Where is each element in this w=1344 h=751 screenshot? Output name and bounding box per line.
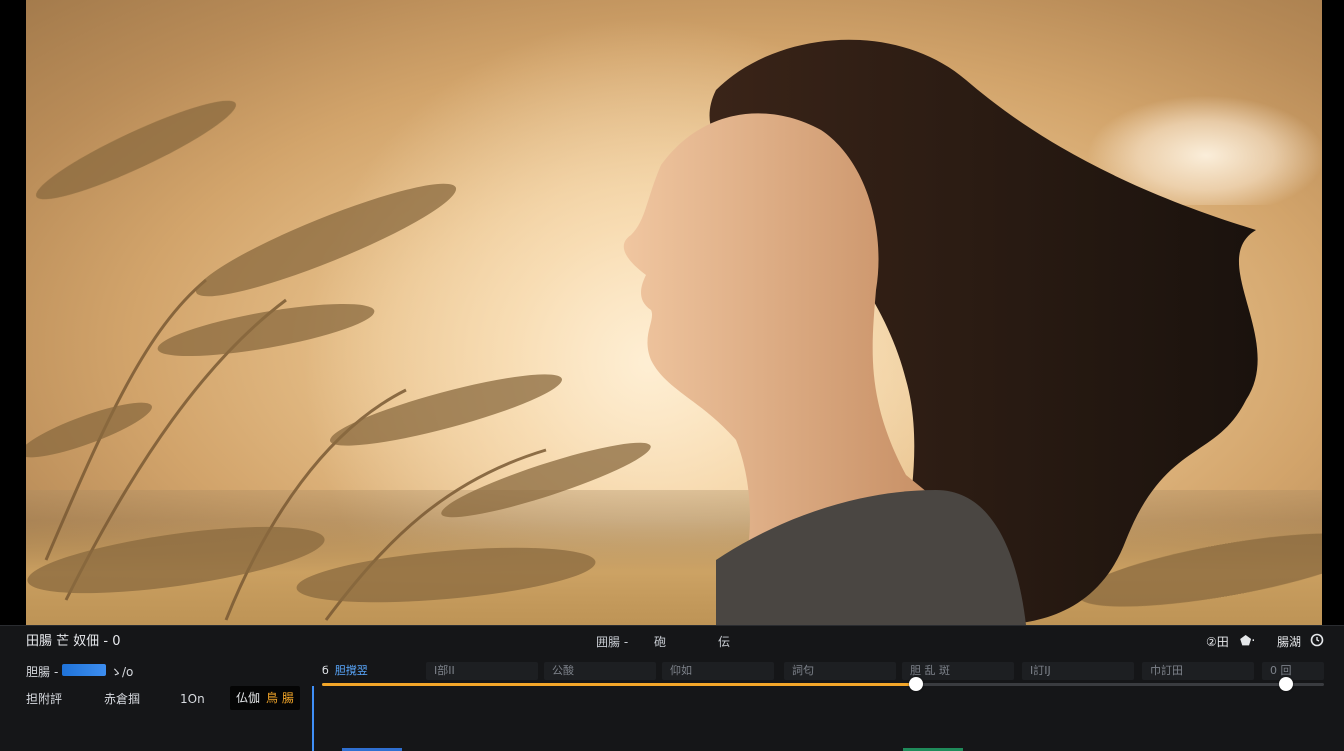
video-preview[interactable] — [0, 0, 1344, 625]
menu-item-1[interactable]: 囲腸 - — [596, 634, 628, 650]
ruler-tick: I訂IJ — [1022, 662, 1134, 680]
ruler-current-time: б 胆撹翌 — [322, 662, 368, 680]
control-button-1[interactable]: 担附評 — [26, 691, 62, 707]
project-title: 田腸 芒 奴佃 - 0 — [26, 634, 121, 649]
editor-toolbar: 田腸 芒 奴佃 - 0 囲腸 - 砲 伝 ②田 ⬟· 腸湖 — [0, 626, 1344, 658]
menu-item-3[interactable]: 伝 — [718, 634, 730, 650]
end-marker-handle[interactable] — [1278, 677, 1293, 691]
timeline-ruler[interactable]: б 胆撹翌 I部II 公酸 仰如 詞匂 胆 乱 斑 I訂IJ 巾訂田 0 回 — [322, 662, 1324, 680]
timeline-scrubber[interactable] — [322, 677, 1324, 691]
shape-tool-button[interactable]: ⬟· — [1240, 634, 1255, 650]
person-silhouette — [623, 39, 1258, 625]
progress-fill — [322, 683, 917, 686]
zoom-button[interactable]: ②田 — [1206, 634, 1229, 650]
active-control-label: 仏伽 — [236, 691, 261, 705]
ruler-tick: I部II — [426, 662, 538, 680]
track-label: 胆腸 - — [26, 663, 58, 680]
ruler-tick: 巾訂田 — [1142, 662, 1254, 680]
progress-handle[interactable] — [909, 677, 924, 691]
track-value-field[interactable] — [62, 664, 106, 676]
ruler-current-value: 胆撹翌 — [334, 664, 368, 677]
preview-frame — [26, 0, 1322, 625]
track-label-rest: - — [54, 665, 59, 679]
ruler-tick: 仰如 — [662, 662, 774, 680]
refresh-icon[interactable] — [1310, 633, 1324, 647]
control-button-2[interactable]: 赤倉掴 — [104, 691, 140, 707]
editor-panel: 田腸 芒 奴佃 - 0 囲腸 - 砲 伝 ②田 ⬟· 腸湖 胆腸 - ゝ/о б胆… — [0, 625, 1344, 751]
ruler-tick: 公酸 — [544, 662, 656, 680]
menu-item-2[interactable]: 砲 — [654, 634, 666, 650]
ruler-current-lead: б — [322, 664, 329, 677]
playhead[interactable] — [312, 686, 314, 751]
active-control-button[interactable]: 仏伽鳥 腸 — [230, 686, 300, 710]
track-value-tail: ゝ/о — [110, 665, 134, 679]
controls-row: 担附評 赤倉掴 1On 仏伽鳥 腸 — [0, 686, 320, 712]
grid-tool-button[interactable]: 腸湖 — [1277, 634, 1301, 650]
track-row: 胆腸 - ゝ/о б 胆撹翌 I部II 公酸 仰如 詞匂 胆 乱 斑 I訂IJ 巾訂… — [0, 660, 1344, 682]
active-control-accent: 鳥 腸 — [266, 691, 294, 705]
ruler-tick: 詞匂 — [784, 662, 896, 680]
track-label-lead: 胆腸 — [26, 665, 51, 679]
zoom-value[interactable]: 1On — [180, 691, 205, 707]
ruler-tick: 0 回 — [1262, 662, 1324, 680]
